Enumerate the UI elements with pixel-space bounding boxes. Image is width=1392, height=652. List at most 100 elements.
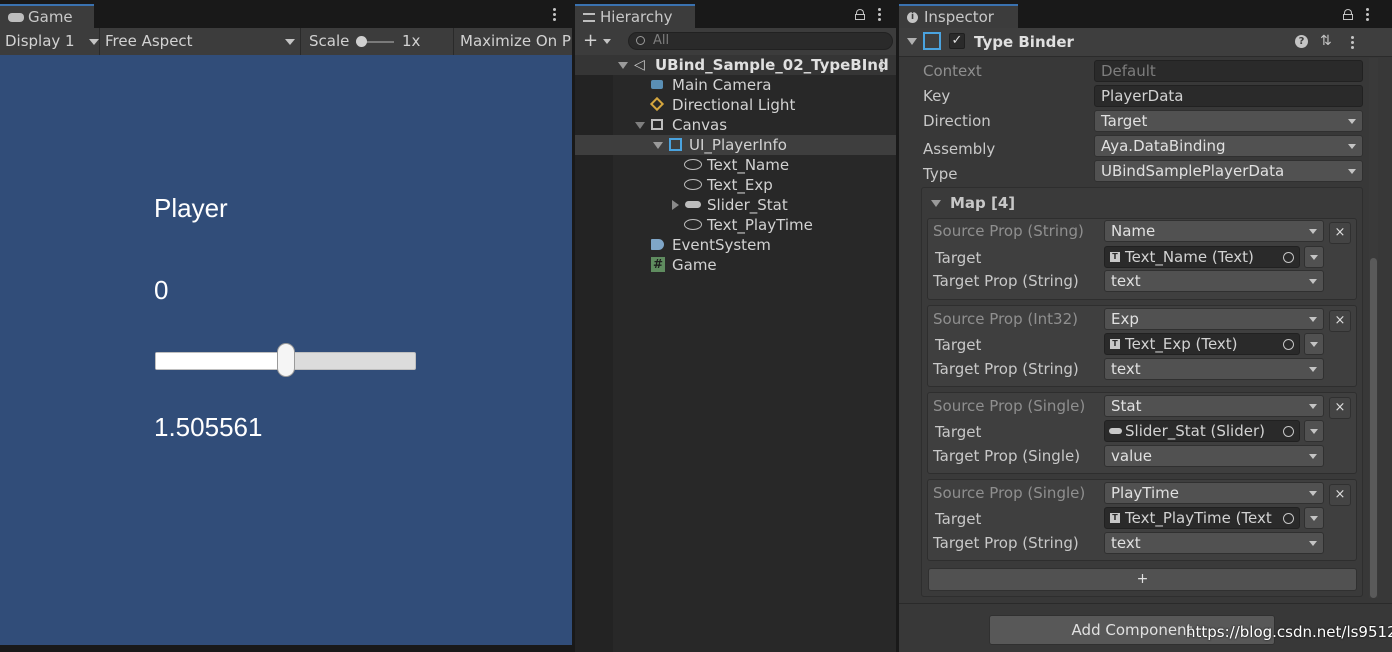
target-prop-dropdown[interactable]: text (1104, 532, 1324, 554)
help-icon[interactable]: ? (1295, 35, 1308, 48)
lock-icon[interactable] (1343, 9, 1353, 21)
target-object-field[interactable]: T Text_Name (Text) (1104, 246, 1300, 268)
source-prop-label: Source Prop (Single) (933, 484, 1086, 502)
type-dropdown[interactable]: UBindSamplePlayerData (1094, 160, 1363, 182)
chevron-down-icon (1310, 255, 1318, 260)
scale-label: Scale (309, 32, 350, 50)
key-field[interactable]: PlayerData (1094, 85, 1363, 107)
tab-game[interactable]: Game (0, 4, 94, 28)
direction-dropdown[interactable]: Target (1094, 110, 1363, 132)
map-label: Map [4] (950, 194, 1016, 212)
scale-value: 1x (402, 32, 421, 50)
object-picker-icon[interactable] (1283, 339, 1294, 350)
chevron-down-icon (1309, 454, 1317, 459)
player-exp-text: 0 (154, 275, 169, 305)
add-object-button[interactable]: + (581, 30, 615, 52)
target-prop-dropdown[interactable]: text (1104, 270, 1324, 292)
source-prop-label: Source Prop (String) (933, 222, 1084, 240)
inspector-panel: ✓ Type Binder ? ⇅ Context Default Key Pl… (899, 28, 1392, 652)
type-value: UBindSamplePlayerData (1101, 162, 1285, 180)
maximize-toggle[interactable]: Maximize On Pl (460, 28, 572, 55)
foldout-triangle-icon[interactable] (931, 200, 941, 207)
component-header[interactable]: ✓ Type Binder ? ⇅ (899, 28, 1392, 57)
source-prop-dropdown[interactable]: Exp (1104, 308, 1324, 330)
preset-icon[interactable]: ⇅ (1320, 34, 1332, 48)
search-input[interactable]: All (628, 32, 893, 50)
expand-triangle-icon[interactable] (635, 122, 645, 129)
target-dropdown-button[interactable] (1304, 333, 1324, 355)
foldout-triangle-icon[interactable] (907, 38, 917, 45)
light-icon (649, 96, 665, 112)
source-prop-dropdown[interactable]: PlayTime (1104, 482, 1324, 504)
hierarchy-item[interactable]: Canvas (575, 115, 896, 135)
tab-inspector-label: Inspector (924, 8, 994, 26)
key-label: Key (923, 87, 951, 105)
scene-menu-icon[interactable] (880, 59, 884, 74)
hierarchy-item[interactable]: Main Camera (575, 75, 896, 95)
remove-item-button[interactable]: × (1329, 397, 1351, 419)
hierarchy-item[interactable]: Directional Light (575, 95, 896, 115)
rect-transform-icon (651, 119, 663, 130)
scrollbar-thumb[interactable] (1370, 258, 1377, 598)
hierarchy-item[interactable]: Text_PlayTime (575, 215, 896, 235)
game-viewport[interactable]: Player 0 1.505561 (0, 55, 572, 645)
source-prop-dropdown[interactable]: Stat (1104, 395, 1324, 417)
target-prop-dropdown[interactable]: value (1104, 445, 1324, 467)
tab-inspector[interactable]: i Inspector (899, 4, 1018, 28)
hierarchy-item-label: EventSystem (672, 236, 771, 254)
target-object-value: Text_Name (Text) (1125, 248, 1254, 266)
target-prop-dropdown[interactable]: text (1104, 358, 1324, 380)
target-dropdown-button[interactable] (1304, 507, 1324, 529)
component-menu-icon[interactable] (1351, 36, 1355, 51)
target-dropdown-button[interactable] (1304, 246, 1324, 268)
hierarchy-item-label: Main Camera (672, 76, 772, 94)
target-object-field[interactable]: T Text_Exp (Text) (1104, 333, 1300, 355)
add-map-item-button[interactable]: + (928, 568, 1357, 591)
hierarchy-item[interactable]: Slider_Stat (575, 195, 896, 215)
remove-item-button[interactable]: × (1329, 310, 1351, 332)
remove-item-button[interactable]: × (1329, 484, 1351, 506)
inspector-scrollbar[interactable] (1369, 58, 1378, 598)
context-field[interactable]: Default (1094, 60, 1363, 82)
tab-game-label: Game (28, 8, 73, 26)
lock-icon[interactable] (855, 9, 865, 21)
hierarchy-item-selected[interactable]: UI_PlayerInfo (575, 135, 896, 155)
enabled-checkbox[interactable]: ✓ (949, 33, 965, 49)
source-prop-dropdown[interactable]: Name (1104, 220, 1324, 242)
object-picker-icon[interactable] (1283, 252, 1294, 263)
source-prop-value: Name (1111, 222, 1156, 240)
target-object-value: Slider_Stat (Slider) (1125, 422, 1265, 440)
scene-row[interactable]: ◁ UBind_Sample_02_TypeBInd (575, 55, 896, 75)
assembly-dropdown[interactable]: Aya.DataBinding (1094, 135, 1363, 157)
hierarchy-item-label: Text_Exp (707, 176, 773, 194)
game-menu-icon[interactable] (553, 8, 557, 23)
expand-triangle-right-icon[interactable] (672, 200, 679, 210)
scale-slider-handle[interactable] (356, 36, 367, 47)
inspector-menu-icon[interactable] (1366, 8, 1370, 23)
expand-triangle-icon[interactable] (618, 62, 628, 69)
target-object-field[interactable]: Slider_Stat (Slider) (1104, 420, 1300, 442)
info-icon: i (907, 12, 918, 23)
stat-slider-handle[interactable] (276, 343, 295, 377)
expand-triangle-icon[interactable] (653, 142, 663, 149)
aspect-dropdown[interactable]: Free Aspect (105, 28, 299, 55)
hierarchy-item[interactable]: Text_Exp (575, 175, 896, 195)
target-dropdown-button[interactable] (1304, 420, 1324, 442)
hierarchy-menu-icon[interactable] (878, 8, 882, 23)
hierarchy-item[interactable]: EventSystem (575, 235, 896, 255)
hierarchy-item-label: Slider_Stat (707, 196, 788, 214)
chevron-down-icon (1309, 317, 1317, 322)
tab-hierarchy[interactable]: Hierarchy (575, 4, 695, 28)
hierarchy-item[interactable]: # Game (575, 255, 896, 275)
display-dropdown[interactable]: Display 1 (5, 28, 99, 55)
chevron-down-icon (1348, 144, 1356, 149)
stat-slider-fill (156, 353, 286, 369)
object-picker-icon[interactable] (1283, 513, 1294, 524)
object-picker-icon[interactable] (1283, 426, 1294, 437)
target-prop-label: Target Prop (Single) (933, 447, 1081, 465)
target-object-field[interactable]: T Text_PlayTime (Text (1104, 507, 1300, 529)
script-component-icon (669, 138, 682, 151)
remove-item-button[interactable]: × (1329, 222, 1351, 244)
chevron-down-icon (1310, 429, 1318, 434)
hierarchy-item[interactable]: Text_Name (575, 155, 896, 175)
